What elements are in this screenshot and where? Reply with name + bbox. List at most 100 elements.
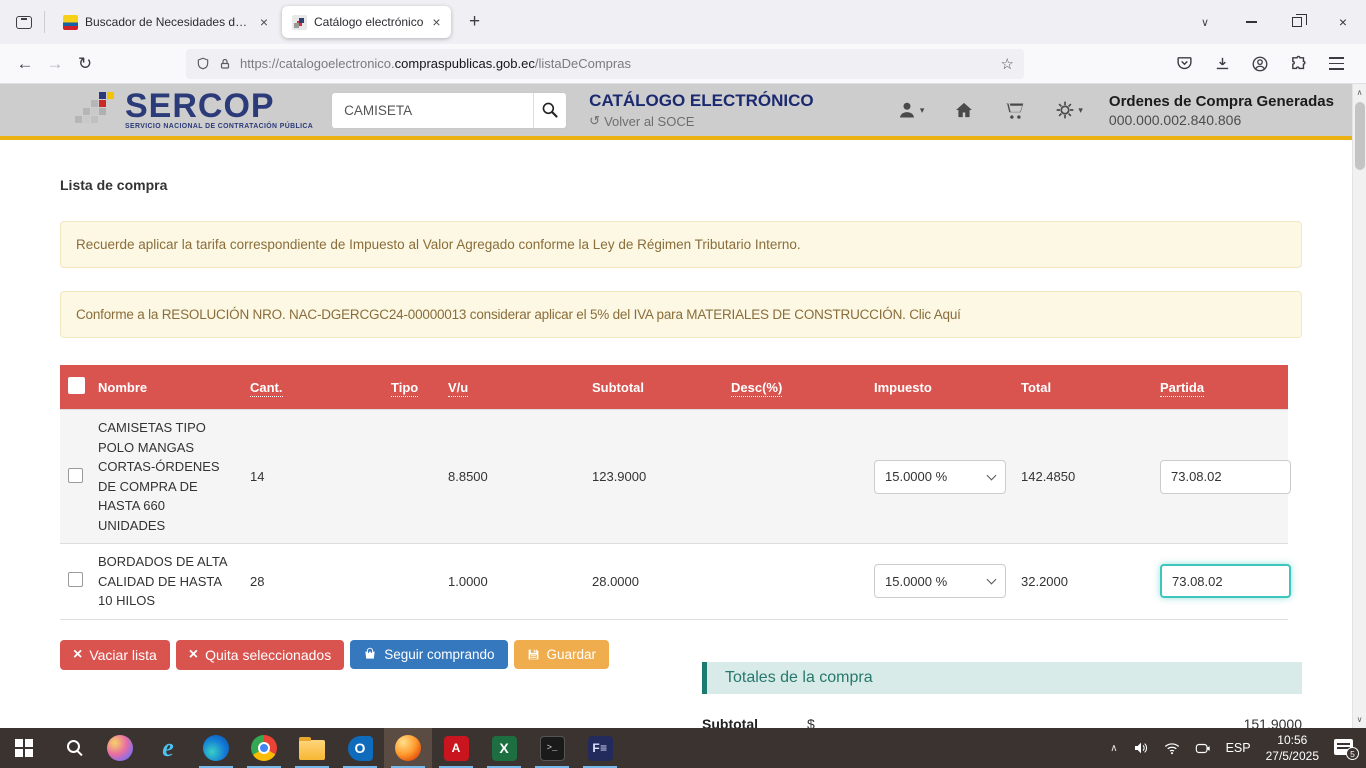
vaciar-lista-button[interactable]: × Vaciar lista (60, 640, 170, 670)
taskbar-fapp-button[interactable]: F≡ (576, 728, 624, 768)
account-icon[interactable] (1246, 50, 1274, 78)
taskbar-acrobat-button[interactable]: A (432, 728, 480, 768)
reload-button[interactable]: ↻ (70, 49, 100, 79)
taskbar-outlook-button[interactable]: O (336, 728, 384, 768)
row-checkbox[interactable] (68, 572, 83, 587)
partida-input-focused[interactable] (1160, 564, 1291, 598)
sercop-logo[interactable]: SERCOP SERVICIO NACIONAL DE CONTRATACIÓN… (75, 89, 313, 131)
col-total: Total (1013, 365, 1152, 410)
col-desc[interactable]: Desc(%) (723, 365, 866, 410)
cart-table: Nombre Cant. Tipo V/u Subtotal Desc(%) I… (60, 365, 1288, 620)
sercop-subtitle: SERVICIO NACIONAL DE CONTRATACIÓN PÚBLIC… (125, 124, 313, 131)
sercop-logo-mark-icon (75, 90, 117, 130)
scrollbar-thumb[interactable] (1355, 102, 1365, 170)
list-tabs-chevron-icon[interactable]: ∨ (1182, 0, 1228, 44)
user-menu[interactable]: ▾ (897, 100, 925, 120)
col-vu[interactable]: V/u (440, 365, 584, 410)
bookmark-star-icon[interactable]: ☆ (1001, 55, 1014, 73)
firefox-view-button[interactable] (10, 10, 38, 34)
row-checkbox[interactable] (68, 468, 83, 483)
tab-close-icon[interactable]: × (260, 15, 268, 29)
windows-logo-icon (15, 739, 33, 757)
orders-label: Ordenes de Compra Generadas (1109, 93, 1334, 110)
col-cant[interactable]: Cant. (242, 365, 383, 410)
hamburger-bars (1329, 57, 1344, 69)
new-tab-button[interactable]: + (461, 8, 489, 36)
shield-icon[interactable] (196, 56, 210, 71)
taskbar-cmd-button[interactable]: >_ (528, 728, 576, 768)
lock-icon[interactable] (219, 57, 231, 71)
firefox-icon (395, 735, 421, 761)
taskbar-ie-button[interactable]: e (144, 728, 192, 768)
search-button[interactable] (533, 93, 566, 128)
downloads-icon[interactable] (1208, 50, 1236, 78)
subtotal-value: 151.9000 (1244, 716, 1302, 729)
scroll-up-arrow[interactable]: ∧ (1353, 88, 1366, 97)
taskbar-excel-button[interactable]: X (480, 728, 528, 768)
back-button[interactable]: ← (10, 49, 40, 79)
menu-hamburger-icon[interactable] (1322, 50, 1350, 78)
col-tipo[interactable]: Tipo (383, 365, 440, 410)
edge-icon (203, 735, 229, 761)
forward-button[interactable]: → (40, 49, 70, 79)
taskbar-chrome-button[interactable] (240, 728, 288, 768)
partida-input[interactable] (1160, 460, 1291, 494)
sercop-favicon (292, 15, 307, 30)
pocket-icon[interactable] (1170, 50, 1198, 78)
quitar-seleccionados-button[interactable]: × Quita seleccionados (176, 640, 344, 670)
scroll-down-arrow[interactable]: ∨ (1353, 715, 1366, 724)
taskbar-edge-button[interactable] (192, 728, 240, 768)
item-tipo (383, 544, 440, 620)
internet-explorer-icon: e (162, 735, 174, 761)
terminal-icon: >_ (540, 736, 565, 761)
orders-value: 000.000.002.840.806 (1109, 112, 1334, 128)
search-input[interactable] (332, 93, 533, 128)
cart-button[interactable] (1004, 100, 1025, 121)
page-scrollbar[interactable]: ∧ ∨ (1352, 84, 1366, 728)
home-button[interactable] (954, 100, 974, 120)
close-button[interactable]: × (1320, 0, 1366, 44)
button-row: × Vaciar lista × Quita seleccionados Seg… (60, 640, 609, 729)
iva-warning-alert: Recuerde aplicar la tarifa correspondien… (60, 221, 1302, 268)
extensions-puzzle-icon[interactable] (1284, 50, 1312, 78)
impuesto-select-wrap: 15.0000 % (874, 564, 1006, 598)
item-name: CAMISETAS TIPO POLO MANGAS CORTAS-ÓRDENE… (90, 410, 242, 544)
col-nombre: Nombre (90, 365, 242, 410)
tab-label: Buscador de Necesidades de Co (85, 15, 251, 29)
volver-label: Volver al SOCE (604, 114, 694, 129)
select-all-checkbox[interactable] (68, 377, 85, 394)
tab-catalogo[interactable]: Catálogo electrónico × (282, 6, 451, 38)
settings-menu[interactable]: ▾ (1055, 100, 1083, 120)
tab-close-icon[interactable]: × (432, 15, 440, 29)
impuesto-select[interactable]: 15.0000 % (874, 460, 1006, 494)
guardar-button[interactable]: Guardar (514, 640, 610, 669)
wifi-icon[interactable] (1164, 742, 1180, 755)
language-indicator[interactable]: ESP (1226, 741, 1251, 755)
chrome-icon (251, 735, 277, 761)
url-bar[interactable]: https://catalogoelectronico.compraspubli… (186, 49, 1024, 79)
subtotal-row: Subtotal $ 151.9000 (702, 716, 1302, 729)
volume-icon[interactable] (1133, 741, 1149, 755)
taskbar-explorer-button[interactable] (288, 728, 336, 768)
taskbar-copilot-button[interactable] (96, 728, 144, 768)
web-page: SERCOP SERVICIO NACIONAL DE CONTRATACIÓN… (0, 84, 1366, 728)
restore-button[interactable] (1274, 0, 1320, 44)
hidden-icons-chevron[interactable]: ∧ (1110, 743, 1117, 754)
seguir-comprando-button[interactable]: Seguir comprando (350, 640, 507, 669)
search-icon (67, 740, 80, 753)
resolucion-warning-alert[interactable]: Conforme a la RESOLUCIÓN NRO. NAC-DGERCG… (60, 291, 1302, 338)
taskbar-firefox-button[interactable] (384, 728, 432, 768)
notification-center-button[interactable]: 5 (1334, 739, 1356, 757)
meet-now-icon[interactable] (1195, 742, 1211, 755)
item-desc (723, 544, 866, 620)
table-row: CAMISETAS TIPO POLO MANGAS CORTAS-ÓRDENE… (60, 410, 1288, 544)
clock[interactable]: 10:56 27/5/2025 (1266, 732, 1319, 764)
volver-al-soce-link[interactable]: ↺ Volver al SOCE (589, 113, 813, 129)
taskbar-search-button[interactable] (48, 728, 96, 768)
start-button[interactable] (0, 728, 48, 768)
main-content: Lista de compra Recuerde aplicar la tari… (0, 177, 1366, 728)
impuesto-select[interactable]: 15.0000 % (874, 564, 1006, 598)
tab-buscador[interactable]: Buscador de Necesidades de Co × (53, 6, 278, 38)
col-partida[interactable]: Partida (1152, 365, 1288, 410)
minimize-button[interactable] (1228, 0, 1274, 44)
